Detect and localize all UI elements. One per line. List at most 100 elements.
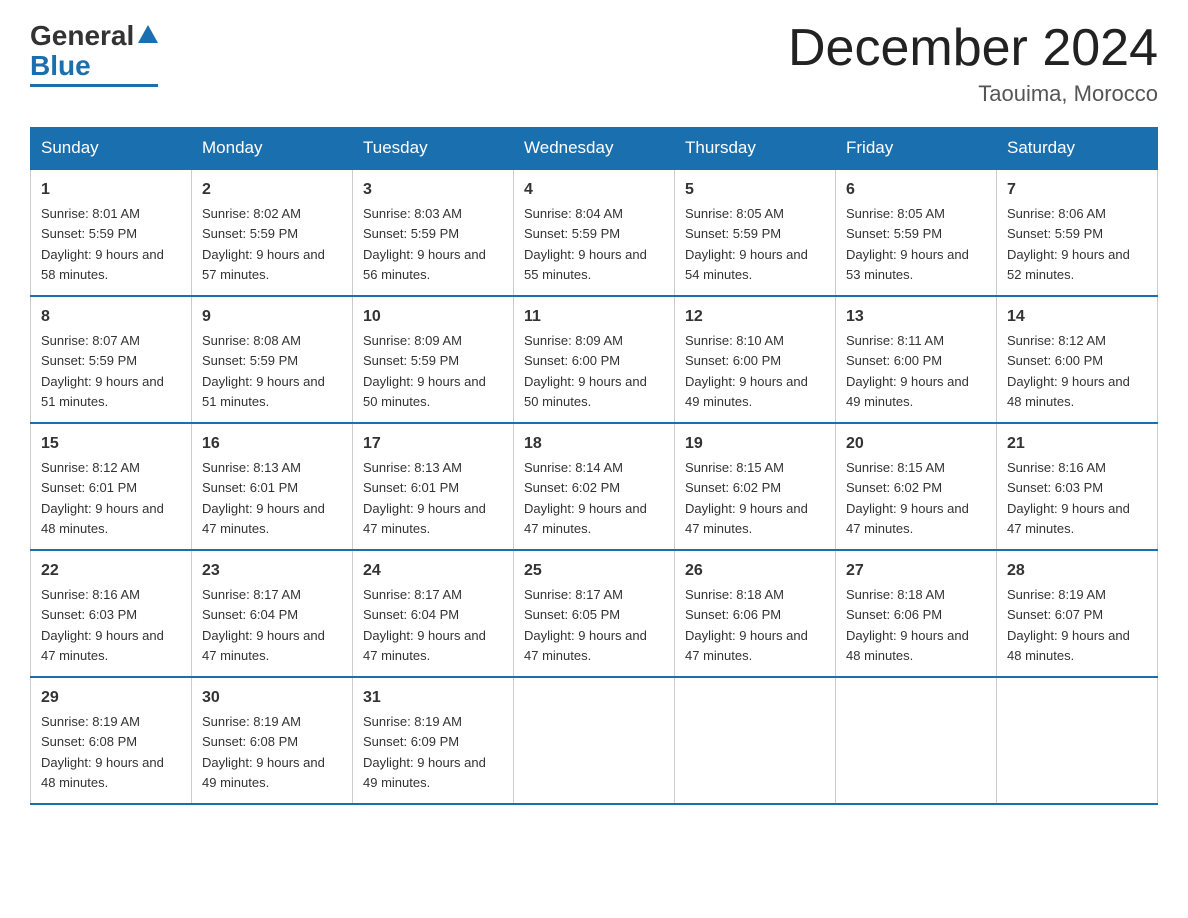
table-row: 16 Sunrise: 8:13 AMSunset: 6:01 PMDaylig…	[192, 423, 353, 550]
day-number: 28	[1007, 559, 1147, 583]
day-info: Sunrise: 8:10 AMSunset: 6:00 PMDaylight:…	[685, 333, 808, 409]
table-row: 13 Sunrise: 8:11 AMSunset: 6:00 PMDaylig…	[836, 296, 997, 423]
day-info: Sunrise: 8:15 AMSunset: 6:02 PMDaylight:…	[846, 460, 969, 536]
calendar-header-row: Sunday Monday Tuesday Wednesday Thursday…	[31, 128, 1158, 170]
table-row: 22 Sunrise: 8:16 AMSunset: 6:03 PMDaylig…	[31, 550, 192, 677]
day-info: Sunrise: 8:12 AMSunset: 6:00 PMDaylight:…	[1007, 333, 1130, 409]
location-subtitle: Taouima, Morocco	[788, 81, 1158, 107]
day-number: 24	[363, 559, 503, 583]
day-number: 20	[846, 432, 986, 456]
day-number: 4	[524, 178, 664, 202]
table-row: 17 Sunrise: 8:13 AMSunset: 6:01 PMDaylig…	[353, 423, 514, 550]
table-row: 21 Sunrise: 8:16 AMSunset: 6:03 PMDaylig…	[997, 423, 1158, 550]
calendar-week-row: 1 Sunrise: 8:01 AMSunset: 5:59 PMDayligh…	[31, 169, 1158, 296]
day-info: Sunrise: 8:05 AMSunset: 5:59 PMDaylight:…	[685, 206, 808, 282]
table-row	[514, 677, 675, 804]
table-row: 18 Sunrise: 8:14 AMSunset: 6:02 PMDaylig…	[514, 423, 675, 550]
day-number: 12	[685, 305, 825, 329]
day-number: 31	[363, 686, 503, 710]
table-row: 2 Sunrise: 8:02 AMSunset: 5:59 PMDayligh…	[192, 169, 353, 296]
col-thursday: Thursday	[675, 128, 836, 170]
day-number: 14	[1007, 305, 1147, 329]
day-info: Sunrise: 8:09 AMSunset: 5:59 PMDaylight:…	[363, 333, 486, 409]
day-info: Sunrise: 8:12 AMSunset: 6:01 PMDaylight:…	[41, 460, 164, 536]
table-row: 8 Sunrise: 8:07 AMSunset: 5:59 PMDayligh…	[31, 296, 192, 423]
day-number: 7	[1007, 178, 1147, 202]
day-number: 15	[41, 432, 181, 456]
day-info: Sunrise: 8:19 AMSunset: 6:07 PMDaylight:…	[1007, 587, 1130, 663]
calendar-table: Sunday Monday Tuesday Wednesday Thursday…	[30, 127, 1158, 805]
table-row: 23 Sunrise: 8:17 AMSunset: 6:04 PMDaylig…	[192, 550, 353, 677]
logo-blue-text: Blue	[30, 50, 91, 82]
day-number: 11	[524, 305, 664, 329]
day-number: 18	[524, 432, 664, 456]
table-row: 14 Sunrise: 8:12 AMSunset: 6:00 PMDaylig…	[997, 296, 1158, 423]
day-info: Sunrise: 8:07 AMSunset: 5:59 PMDaylight:…	[41, 333, 164, 409]
day-number: 29	[41, 686, 181, 710]
calendar-week-row: 8 Sunrise: 8:07 AMSunset: 5:59 PMDayligh…	[31, 296, 1158, 423]
day-info: Sunrise: 8:13 AMSunset: 6:01 PMDaylight:…	[202, 460, 325, 536]
day-info: Sunrise: 8:08 AMSunset: 5:59 PMDaylight:…	[202, 333, 325, 409]
day-number: 26	[685, 559, 825, 583]
day-info: Sunrise: 8:11 AMSunset: 6:00 PMDaylight:…	[846, 333, 969, 409]
day-info: Sunrise: 8:04 AMSunset: 5:59 PMDaylight:…	[524, 206, 647, 282]
day-number: 27	[846, 559, 986, 583]
table-row: 5 Sunrise: 8:05 AMSunset: 5:59 PMDayligh…	[675, 169, 836, 296]
day-info: Sunrise: 8:01 AMSunset: 5:59 PMDaylight:…	[41, 206, 164, 282]
day-info: Sunrise: 8:09 AMSunset: 6:00 PMDaylight:…	[524, 333, 647, 409]
logo-general-text: General	[30, 20, 134, 52]
logo-triangle-icon	[138, 25, 158, 43]
table-row: 20 Sunrise: 8:15 AMSunset: 6:02 PMDaylig…	[836, 423, 997, 550]
table-row: 4 Sunrise: 8:04 AMSunset: 5:59 PMDayligh…	[514, 169, 675, 296]
day-info: Sunrise: 8:17 AMSunset: 6:05 PMDaylight:…	[524, 587, 647, 663]
calendar-week-row: 29 Sunrise: 8:19 AMSunset: 6:08 PMDaylig…	[31, 677, 1158, 804]
day-number: 19	[685, 432, 825, 456]
title-area: December 2024 Taouima, Morocco	[788, 20, 1158, 107]
day-number: 21	[1007, 432, 1147, 456]
day-info: Sunrise: 8:15 AMSunset: 6:02 PMDaylight:…	[685, 460, 808, 536]
table-row: 7 Sunrise: 8:06 AMSunset: 5:59 PMDayligh…	[997, 169, 1158, 296]
page-header: General Blue December 2024 Taouima, Moro…	[30, 20, 1158, 107]
day-number: 17	[363, 432, 503, 456]
table-row: 6 Sunrise: 8:05 AMSunset: 5:59 PMDayligh…	[836, 169, 997, 296]
month-title: December 2024	[788, 20, 1158, 77]
table-row: 26 Sunrise: 8:18 AMSunset: 6:06 PMDaylig…	[675, 550, 836, 677]
day-number: 9	[202, 305, 342, 329]
table-row	[675, 677, 836, 804]
day-info: Sunrise: 8:03 AMSunset: 5:59 PMDaylight:…	[363, 206, 486, 282]
col-wednesday: Wednesday	[514, 128, 675, 170]
calendar-week-row: 22 Sunrise: 8:16 AMSunset: 6:03 PMDaylig…	[31, 550, 1158, 677]
day-number: 3	[363, 178, 503, 202]
day-info: Sunrise: 8:06 AMSunset: 5:59 PMDaylight:…	[1007, 206, 1130, 282]
table-row: 28 Sunrise: 8:19 AMSunset: 6:07 PMDaylig…	[997, 550, 1158, 677]
calendar-week-row: 15 Sunrise: 8:12 AMSunset: 6:01 PMDaylig…	[31, 423, 1158, 550]
day-info: Sunrise: 8:17 AMSunset: 6:04 PMDaylight:…	[363, 587, 486, 663]
day-info: Sunrise: 8:14 AMSunset: 6:02 PMDaylight:…	[524, 460, 647, 536]
table-row: 31 Sunrise: 8:19 AMSunset: 6:09 PMDaylig…	[353, 677, 514, 804]
day-number: 5	[685, 178, 825, 202]
day-info: Sunrise: 8:02 AMSunset: 5:59 PMDaylight:…	[202, 206, 325, 282]
table-row: 10 Sunrise: 8:09 AMSunset: 5:59 PMDaylig…	[353, 296, 514, 423]
table-row: 29 Sunrise: 8:19 AMSunset: 6:08 PMDaylig…	[31, 677, 192, 804]
day-number: 13	[846, 305, 986, 329]
col-monday: Monday	[192, 128, 353, 170]
table-row: 24 Sunrise: 8:17 AMSunset: 6:04 PMDaylig…	[353, 550, 514, 677]
logo: General Blue	[30, 20, 158, 87]
table-row: 27 Sunrise: 8:18 AMSunset: 6:06 PMDaylig…	[836, 550, 997, 677]
day-number: 16	[202, 432, 342, 456]
day-info: Sunrise: 8:19 AMSunset: 6:08 PMDaylight:…	[41, 714, 164, 790]
table-row	[997, 677, 1158, 804]
logo-underline	[30, 84, 158, 87]
table-row: 30 Sunrise: 8:19 AMSunset: 6:08 PMDaylig…	[192, 677, 353, 804]
col-saturday: Saturday	[997, 128, 1158, 170]
table-row: 11 Sunrise: 8:09 AMSunset: 6:00 PMDaylig…	[514, 296, 675, 423]
col-sunday: Sunday	[31, 128, 192, 170]
day-number: 23	[202, 559, 342, 583]
day-number: 25	[524, 559, 664, 583]
col-friday: Friday	[836, 128, 997, 170]
day-number: 30	[202, 686, 342, 710]
day-info: Sunrise: 8:19 AMSunset: 6:09 PMDaylight:…	[363, 714, 486, 790]
table-row	[836, 677, 997, 804]
day-info: Sunrise: 8:16 AMSunset: 6:03 PMDaylight:…	[1007, 460, 1130, 536]
day-info: Sunrise: 8:17 AMSunset: 6:04 PMDaylight:…	[202, 587, 325, 663]
